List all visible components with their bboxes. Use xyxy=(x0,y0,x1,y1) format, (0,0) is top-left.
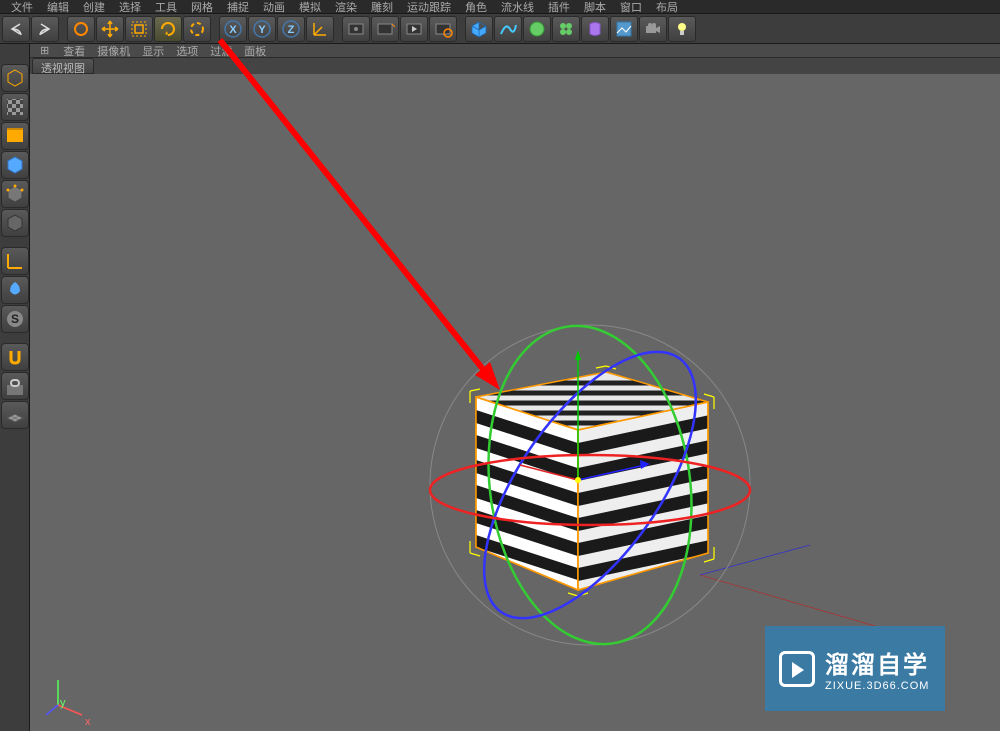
add-nurbs-button[interactable] xyxy=(523,16,551,42)
vp-menu-panel[interactable]: 面板 xyxy=(238,43,272,59)
menu-sculpt[interactable]: 雕刻 xyxy=(364,0,400,15)
model-mode-button[interactable] xyxy=(1,93,29,121)
viewport-menu: ⊞ 查看 摄像机 显示 选项 过滤 面板 xyxy=(30,44,1000,58)
menu-window[interactable]: 窗口 xyxy=(613,0,649,15)
vp-menu-camera[interactable]: 摄像机 xyxy=(91,43,136,59)
menu-select[interactable]: 选择 xyxy=(112,0,148,15)
svg-text:S: S xyxy=(11,312,19,326)
add-cube-button[interactable] xyxy=(465,16,493,42)
grid-toggle-icon[interactable]: ⊞ xyxy=(34,44,57,57)
viewport-tab-perspective[interactable]: 透视视图 xyxy=(32,58,94,74)
menu-simulate[interactable]: 模拟 xyxy=(292,0,328,15)
menu-mesh[interactable]: 网格 xyxy=(184,0,220,15)
menu-edit[interactable]: 编辑 xyxy=(40,0,76,15)
last-tool-button[interactable] xyxy=(183,16,211,42)
render-settings-button[interactable] xyxy=(429,16,457,42)
undo-button[interactable] xyxy=(2,16,30,42)
edges-mode-button[interactable] xyxy=(1,209,29,237)
enable-axis-button[interactable] xyxy=(1,247,29,275)
menu-pipeline[interactable]: 流水线 xyxy=(494,0,541,15)
live-select-button[interactable] xyxy=(67,16,95,42)
left-toolbar: S xyxy=(0,44,30,731)
menu-character[interactable]: 角色 xyxy=(458,0,494,15)
render-view-button[interactable] xyxy=(342,16,370,42)
workplane-button[interactable] xyxy=(1,151,29,179)
menu-script[interactable]: 脚本 xyxy=(577,0,613,15)
vp-menu-view[interactable]: 查看 xyxy=(57,43,91,59)
soft-selection-button[interactable]: S xyxy=(1,305,29,333)
add-deformer-button[interactable] xyxy=(581,16,609,42)
watermark-title: 溜溜自学 xyxy=(825,645,929,680)
render-picture-button[interactable] xyxy=(371,16,399,42)
make-editable-button[interactable] xyxy=(1,64,29,92)
watermark: 溜溜自学 ZIXUE.3D66.COM xyxy=(765,626,945,711)
planar-workplane-button[interactable] xyxy=(1,401,29,429)
axis-label-x: x xyxy=(85,716,91,728)
menu-render[interactable]: 渲染 xyxy=(328,0,364,15)
z-axis-button[interactable]: Z xyxy=(277,16,305,42)
play-icon xyxy=(779,651,815,687)
main-toolbar: X Y Z xyxy=(0,14,1000,44)
vp-menu-filter[interactable]: 过滤 xyxy=(204,43,238,59)
watermark-url: ZIXUE.3D66.COM xyxy=(825,680,929,692)
add-light-button[interactable] xyxy=(668,16,696,42)
viewport-solo-button[interactable] xyxy=(1,276,29,304)
menu-snap[interactable]: 捕捉 xyxy=(220,0,256,15)
coord-system-button[interactable] xyxy=(306,16,334,42)
snap-button[interactable] xyxy=(1,343,29,371)
menu-layout[interactable]: 布局 xyxy=(649,0,685,15)
scale-button[interactable] xyxy=(125,16,153,42)
menu-file[interactable]: 文件 xyxy=(4,0,40,15)
vp-menu-options[interactable]: 选项 xyxy=(170,43,204,59)
menu-animate[interactable]: 动画 xyxy=(256,0,292,15)
menu-plugins[interactable]: 插件 xyxy=(541,0,577,15)
menu-tools[interactable]: 工具 xyxy=(148,0,184,15)
svg-text:Y: Y xyxy=(258,24,266,36)
x-axis-button[interactable]: X xyxy=(219,16,247,42)
axis-label-y: y xyxy=(60,697,66,709)
redo-button[interactable] xyxy=(31,16,59,42)
add-camera-button[interactable] xyxy=(639,16,667,42)
viewport-tabs: 透视视图 xyxy=(30,58,1000,74)
add-generator-button[interactable] xyxy=(552,16,580,42)
svg-text:X: X xyxy=(229,24,237,36)
menu-create[interactable]: 创建 xyxy=(76,0,112,15)
menu-track[interactable]: 运动跟踪 xyxy=(400,0,458,15)
y-axis-button[interactable]: Y xyxy=(248,16,276,42)
rotate-button[interactable] xyxy=(154,16,182,42)
points-mode-button[interactable] xyxy=(1,180,29,208)
add-spline-button[interactable] xyxy=(494,16,522,42)
vp-menu-display[interactable]: 显示 xyxy=(136,43,170,59)
main-menu-bar: 文件 编辑 创建 选择 工具 网格 捕捉 动画 模拟 渲染 雕刻 运动跟踪 角色… xyxy=(0,0,1000,14)
add-environment-button[interactable] xyxy=(610,16,638,42)
render-queue-button[interactable] xyxy=(400,16,428,42)
locked-workplane-button[interactable] xyxy=(1,372,29,400)
move-button[interactable] xyxy=(96,16,124,42)
texture-mode-button[interactable] xyxy=(1,122,29,150)
svg-text:Z: Z xyxy=(288,24,295,36)
